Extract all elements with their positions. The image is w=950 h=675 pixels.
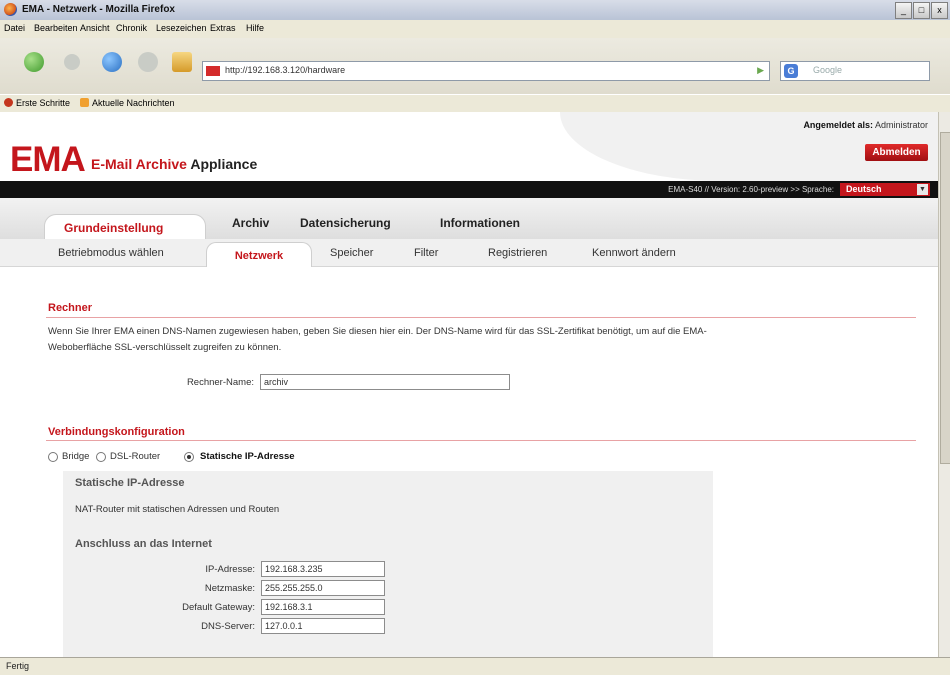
- section-title-rechner: Rechner: [48, 302, 93, 314]
- tab-datensicherung[interactable]: Datensicherung: [300, 216, 391, 230]
- subtab-netzwerk[interactable]: Netzwerk: [206, 242, 312, 267]
- logout-button[interactable]: Abmelden: [865, 144, 928, 161]
- chevron-down-icon[interactable]: ▼: [917, 184, 928, 195]
- dns-server-input[interactable]: 127.0.0.1: [261, 618, 385, 634]
- radio-statische-ip[interactable]: [184, 452, 194, 462]
- web-page: EMA E-Mail Archive Appliance Angemeldet …: [0, 112, 938, 657]
- subtab-kennwort[interactable]: Kennwort ändern: [592, 247, 676, 259]
- go-arrow-icon[interactable]: ▶: [757, 65, 764, 76]
- subtab-filter[interactable]: Filter: [414, 247, 438, 259]
- static-ip-panel: Statische IP-Adresse NAT-Router mit stat…: [63, 471, 713, 657]
- section-divider: [46, 440, 916, 441]
- reload-icon[interactable]: [102, 52, 122, 72]
- dns-server-label: DNS-Server:: [201, 621, 255, 632]
- url-text[interactable]: http://192.168.3.120/hardware: [225, 65, 345, 75]
- subtab-speicher[interactable]: Speicher: [330, 247, 373, 259]
- search-placeholder: Google: [813, 65, 843, 75]
- rechner-name-input[interactable]: archiv: [260, 374, 510, 390]
- page-scrollbar[interactable]: [938, 112, 950, 657]
- stop-icon[interactable]: [138, 52, 158, 72]
- version-bar: EMA-S40 // Version: 2.60-preview >> Spra…: [0, 181, 938, 198]
- sub-tabs: Betriebmodus wählen Netzwerk Speicher Fi…: [0, 239, 938, 267]
- window-controls: _ □ x: [895, 2, 948, 19]
- tab-informationen[interactable]: Informationen: [440, 216, 520, 230]
- home-icon[interactable]: [172, 52, 192, 72]
- bookmarks-toolbar: Erste Schritte Aktuelle Nachrichten: [0, 94, 950, 113]
- bookmark-erste-schritte[interactable]: Erste Schritte: [4, 98, 70, 108]
- netmask-label: Netzmaske:: [204, 583, 255, 594]
- language-select[interactable]: Deutsch ▼: [840, 183, 930, 196]
- bookmark-aktuelle-nachrichten[interactable]: Aktuelle Nachrichten: [80, 98, 175, 108]
- menu-ansicht[interactable]: Ansicht: [80, 23, 110, 33]
- window-titlebar: EMA - Netzwerk - Mozilla Firefox _ □ x: [0, 0, 950, 21]
- netmask-input[interactable]: 255.255.255.0: [261, 580, 385, 596]
- subtab-betriebmodus[interactable]: Betriebmodus wählen: [58, 247, 164, 259]
- logged-in-info: Angemeldet als: Administrator: [803, 120, 928, 130]
- panel-subtitle: Anschluss an das Internet: [75, 538, 212, 550]
- logo-subtitle: E-Mail Archive Appliance: [91, 156, 258, 172]
- ip-address-input[interactable]: 192.168.3.235: [261, 561, 385, 577]
- menu-bearbeiten[interactable]: Bearbeiten: [34, 23, 78, 33]
- radio-dsl-router[interactable]: [96, 452, 106, 462]
- bookmark-icon: [4, 98, 13, 107]
- rechner-description: Wenn Sie Ihrer EMA einen DNS-Namen zugew…: [48, 326, 707, 353]
- menu-datei[interactable]: Datei: [4, 23, 25, 33]
- panel-title: Statische IP-Adresse: [75, 477, 185, 489]
- radio-label-statische-ip: Statische IP-Adresse: [200, 451, 295, 462]
- scrollbar-thumb[interactable]: [940, 132, 950, 464]
- status-bar: Fertig: [0, 657, 950, 675]
- main-tabs: Grundeinstellung Archiv Datensicherung I…: [0, 198, 938, 241]
- gateway-input[interactable]: 192.168.3.1: [261, 599, 385, 615]
- version-text: EMA-S40 // Version: 2.60-preview >> Spra…: [668, 185, 834, 194]
- search-box[interactable]: G Google: [780, 61, 930, 81]
- tab-archiv[interactable]: Archiv: [232, 216, 269, 230]
- radio-label-dsl-router: DSL-Router: [110, 451, 161, 462]
- status-text: Fertig: [6, 661, 30, 671]
- panel-description: NAT-Router mit statischen Adressen und R…: [75, 504, 280, 515]
- url-bar[interactable]: http://192.168.3.120/hardware ▶: [202, 61, 770, 81]
- ip-address-label: IP-Adresse:: [205, 564, 255, 575]
- tab-grundeinstellung[interactable]: Grundeinstellung: [44, 214, 206, 241]
- maximize-button[interactable]: □: [913, 2, 930, 19]
- ema-header: EMA E-Mail Archive Appliance Angemeldet …: [0, 112, 938, 181]
- window-title: EMA - Netzwerk - Mozilla Firefox: [22, 4, 175, 15]
- ema-logo: EMA: [10, 140, 86, 179]
- subtab-registrieren[interactable]: Registrieren: [488, 247, 547, 259]
- section-divider: [46, 317, 916, 318]
- forward-icon[interactable]: [64, 54, 80, 70]
- site-favicon: [206, 66, 220, 76]
- rss-icon: [80, 98, 89, 107]
- close-button[interactable]: x: [931, 2, 948, 19]
- menu-hilfe[interactable]: Hilfe: [246, 23, 264, 33]
- section-title-verbindung: Verbindungskonfiguration: [48, 426, 185, 438]
- back-icon[interactable]: [24, 52, 44, 72]
- rechner-name-label: Rechner-Name:: [186, 377, 254, 388]
- menu-chronik[interactable]: Chronik: [116, 23, 147, 33]
- minimize-button[interactable]: _: [895, 2, 912, 19]
- radio-bridge[interactable]: [48, 452, 58, 462]
- menu-lesezeichen[interactable]: Lesezeichen: [156, 23, 207, 33]
- radio-label-bridge: Bridge: [62, 451, 90, 462]
- firefox-icon: [4, 3, 17, 16]
- search-engine-icon[interactable]: G: [784, 64, 798, 78]
- menu-extras[interactable]: Extras: [210, 23, 236, 33]
- gateway-label: Default Gateway:: [182, 602, 255, 613]
- menu-bar: Datei Bearbeiten Ansicht Chronik Lesezei…: [0, 20, 950, 39]
